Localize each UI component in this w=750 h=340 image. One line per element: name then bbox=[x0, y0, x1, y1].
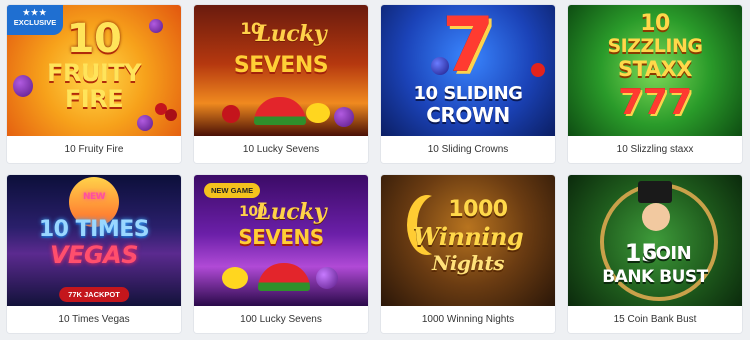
star-icon: ★★★ bbox=[22, 8, 48, 17]
art-line: 10 SLIDING bbox=[413, 83, 523, 104]
art-line: Lucky bbox=[255, 199, 327, 225]
game-thumbnail[interactable]: NEW 10 TIMES VEGAS 77K JACKPOT bbox=[7, 175, 181, 306]
art-line: SEVENS bbox=[238, 225, 324, 249]
game-card-1000-winning-nights[interactable]: 1000 Winning Nights 1000 Winning Nights bbox=[381, 175, 555, 333]
game-card-10-times-vegas[interactable]: NEW 10 TIMES VEGAS 77K JACKPOT 10 Times … bbox=[7, 175, 181, 333]
game-card-10-sizzling-staxx[interactable]: 10 SIZZLING STAXX 777 10 Slizzling staxx bbox=[568, 5, 742, 163]
game-title[interactable]: 15 Coin Bank Bust bbox=[568, 306, 742, 333]
top-hat-icon bbox=[638, 181, 672, 203]
art-line: VEGAS bbox=[49, 241, 139, 269]
game-thumbnail[interactable]: 10 Lucky SEVENS bbox=[194, 5, 368, 136]
art-line: COIN bbox=[642, 243, 692, 264]
watermelon-icon bbox=[254, 97, 306, 125]
plum-icon bbox=[334, 107, 354, 127]
lemon-icon bbox=[222, 267, 248, 289]
game-thumbnail[interactable]: 10 SIZZLING STAXX 777 bbox=[568, 5, 742, 136]
art-number: 7 bbox=[441, 5, 495, 89]
art-line: STAXX bbox=[618, 57, 692, 81]
game-thumbnail[interactable]: 15 COIN BANK BUST bbox=[568, 175, 742, 306]
cherry-icon bbox=[222, 105, 240, 123]
game-grid: 10 FRUITY FIRE ★★★ EXCLUSIVE 10 Fruity F… bbox=[0, 0, 750, 340]
game-thumbnail[interactable]: NEW GAME 100 Lucky SEVENS bbox=[194, 175, 368, 306]
art-line: FRUITY bbox=[46, 59, 142, 87]
art-line: SIZZLING bbox=[607, 35, 703, 57]
game-title[interactable]: 10 Fruity Fire bbox=[7, 136, 181, 163]
plum-icon bbox=[316, 267, 338, 289]
exclusive-badge: ★★★ EXCLUSIVE bbox=[7, 5, 63, 35]
game-card-10-fruity-fire[interactable]: 10 FRUITY FIRE ★★★ EXCLUSIVE 10 Fruity F… bbox=[7, 5, 181, 163]
game-title[interactable]: 100 Lucky Sevens bbox=[194, 306, 368, 333]
art-number: 10 bbox=[640, 11, 670, 36]
plum-icon bbox=[431, 57, 449, 75]
art-line: 10 TIMES bbox=[38, 217, 150, 242]
game-title[interactable]: 10 Times Vegas bbox=[7, 306, 181, 333]
game-title[interactable]: 10 Slizzling staxx bbox=[568, 136, 742, 163]
art-sevens: 777 bbox=[618, 82, 692, 123]
art-line: CROWN bbox=[426, 103, 510, 127]
art-line: Nights bbox=[432, 251, 504, 275]
plum-icon bbox=[137, 115, 153, 131]
art-number: 1000 bbox=[448, 197, 508, 222]
art-line: SEVENS bbox=[233, 53, 329, 78]
art-line: Lucky bbox=[255, 21, 327, 47]
game-card-100-lucky-sevens[interactable]: NEW GAME 100 Lucky SEVENS 100 Lucky Seve… bbox=[194, 175, 368, 333]
art-line: FIRE bbox=[64, 85, 124, 113]
watermelon-icon bbox=[258, 263, 310, 291]
new-game-badge: NEW GAME bbox=[204, 183, 261, 198]
face-icon bbox=[642, 203, 670, 231]
game-thumbnail[interactable]: 1000 Winning Nights bbox=[381, 175, 555, 306]
game-thumbnail[interactable]: 7 10 SLIDING CROWN bbox=[381, 5, 555, 136]
jackpot-badge: 77K JACKPOT bbox=[59, 287, 129, 302]
game-card-10-lucky-sevens[interactable]: 10 Lucky SEVENS 10 Lucky Sevens bbox=[194, 5, 368, 163]
art-line: Winning bbox=[412, 222, 524, 251]
cherry-icon bbox=[531, 63, 545, 77]
game-title[interactable]: 10 Lucky Sevens bbox=[194, 136, 368, 163]
game-card-10-sliding-crowns[interactable]: 7 10 SLIDING CROWN 10 Sliding Crowns bbox=[381, 5, 555, 163]
art-new-sign: NEW bbox=[82, 192, 106, 202]
art-line: BANK BUST bbox=[602, 267, 708, 287]
game-thumbnail[interactable]: 10 FRUITY FIRE ★★★ EXCLUSIVE bbox=[7, 5, 181, 136]
game-title[interactable]: 1000 Winning Nights bbox=[381, 306, 555, 333]
game-title[interactable]: 10 Sliding Crowns bbox=[381, 136, 555, 163]
game-card-15-coin-bank-bust[interactable]: 15 COIN BANK BUST 15 Coin Bank Bust bbox=[568, 175, 742, 333]
lemon-icon bbox=[306, 103, 330, 123]
